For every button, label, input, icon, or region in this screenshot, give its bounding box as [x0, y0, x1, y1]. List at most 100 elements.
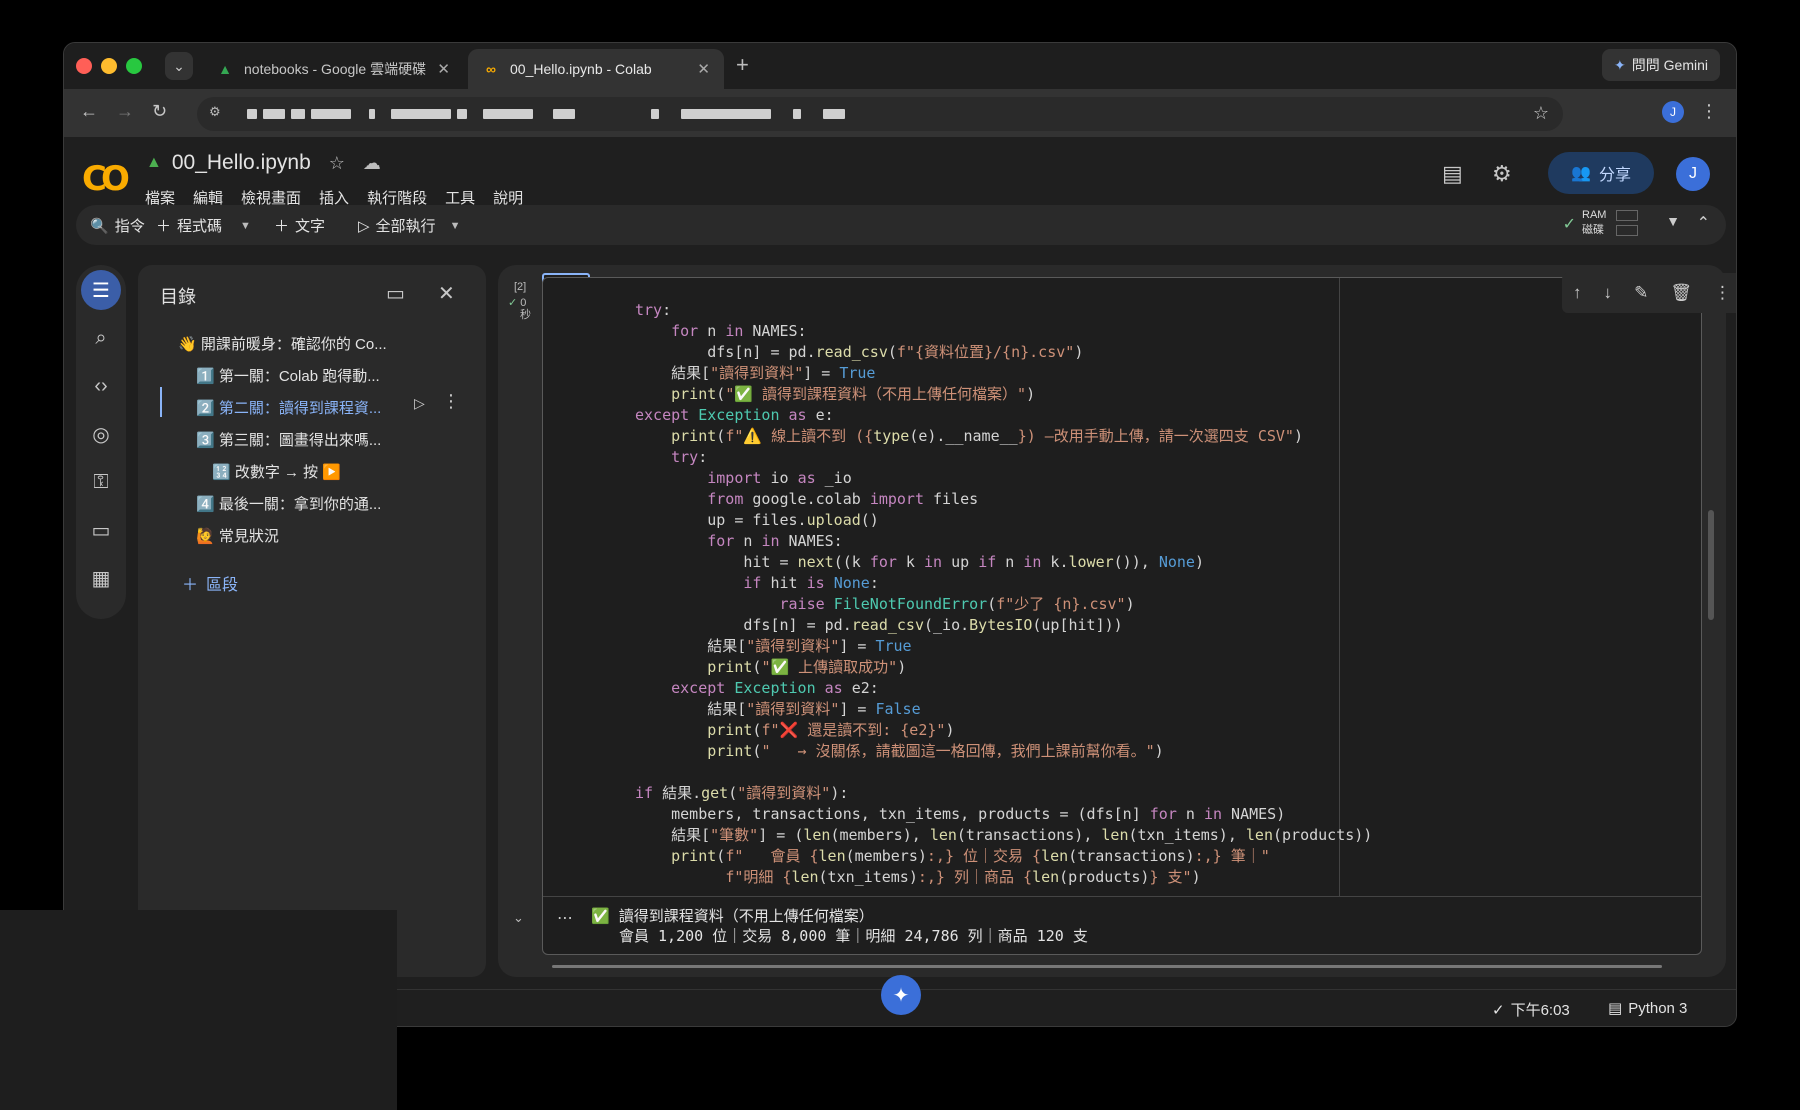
close-icon[interactable]: ✕ [438, 281, 455, 306]
code-editor[interactable]: try: for n in NAMES: dfs[n] = pd.read_cs… [635, 300, 1372, 888]
key-icon[interactable]: ⚿ [81, 462, 121, 502]
new-tab-button[interactable]: + [736, 52, 749, 78]
arrow-down-icon[interactable]: ↓ [1604, 283, 1613, 303]
add-text-button[interactable]: ＋ 文字 [274, 215, 325, 236]
toc-item[interactable]: 4️⃣ 最後一關：拿到你的通... [196, 493, 381, 514]
toc-item[interactable]: 👋 開課前暖身：確認你的 Co... [178, 333, 387, 354]
arrow-up-icon[interactable]: ↑ [1573, 283, 1582, 303]
gemini-button[interactable]: ✦ [881, 975, 921, 1015]
drive-icon: ▲ [218, 61, 232, 77]
chevron-down-icon[interactable]: ▼ [1666, 213, 1680, 229]
find-icon[interactable]: ⌕ [81, 318, 121, 358]
more-vert-icon[interactable]: ⋮ [442, 391, 460, 412]
redacted-url [247, 109, 845, 119]
tab-search-chevron-icon[interactable]: ⌄ [165, 52, 193, 80]
toc-item-selected[interactable]: 2️⃣ 第二關：讀得到課程資... [196, 397, 381, 418]
execution-time-status[interactable]: ✓ 下午6:03 [1492, 999, 1570, 1020]
minimize-window-button[interactable] [101, 58, 117, 74]
execution-status: ✓ 0 秒 [508, 297, 531, 321]
gear-icon[interactable]: ⚙ [1492, 161, 1512, 187]
notebook-toolbar: 🔍 指令 ＋ 程式碼 ▼ ＋ 文字 ▷ 全部執行 ▼ ✓ RAM 磁碟 ▼ ⌃ [76, 205, 1726, 245]
notebook-title[interactable]: 00_Hello.ipynb [172, 151, 311, 175]
site-settings-icon[interactable]: ⚙ [209, 104, 221, 120]
colab-icon: ∞ [486, 61, 496, 77]
tab-bar: ⌄ ▲ notebooks - Google 雲端硬碟 ✕ ∞ 00_Hello… [64, 43, 1736, 89]
open-in-tab-icon[interactable]: ▭ [386, 281, 405, 306]
cell-toolbar: ↑ ↓ ✎ 🗑 ⋮ [1562, 273, 1736, 313]
disk-bar [1616, 225, 1638, 236]
toc-item[interactable]: 1️⃣ 第一關：Colab 跑得動... [196, 365, 380, 386]
gemini-sparkle-icon: ✦ [1614, 56, 1626, 73]
add-code-button[interactable]: ＋ 程式碼 ▼ [156, 215, 251, 236]
table-of-contents-panel: 目錄 ▭ ✕ 👋 開課前暖身：確認你的 Co... 1️⃣ 第一關：Colab … [138, 265, 486, 977]
chevron-down-icon[interactable]: ▼ [240, 220, 251, 232]
tab-label: 00_Hello.ipynb - Colab [510, 61, 652, 77]
reload-icon[interactable]: ↻ [152, 101, 167, 122]
url-input[interactable]: ⚙ ☆ [197, 97, 1563, 131]
code-cell[interactable]: try: for n in NAMES: dfs[n] = pd.read_cs… [513, 277, 1702, 955]
folder-icon[interactable]: ▭ [81, 510, 121, 550]
tab-drive[interactable]: ▲ notebooks - Google 雲端硬碟 ✕ [202, 49, 464, 89]
tab-colab[interactable]: ∞ 00_Hello.ipynb - Colab ✕ [468, 49, 724, 89]
play-icon[interactable]: ▷ [414, 395, 425, 412]
maximize-window-button[interactable] [126, 58, 142, 74]
command-palette-button[interactable]: 🔍 指令 [90, 215, 145, 236]
execution-count: [2] [514, 281, 527, 293]
output-divider [543, 896, 1701, 897]
search-icon: 🔍 [90, 217, 109, 235]
browser-window: ⌄ ▲ notebooks - Google 雲端硬碟 ✕ ∞ 00_Hello… [63, 42, 1737, 1027]
collapse-output-chevron-icon[interactable]: ⌄ [513, 910, 524, 926]
horizontal-scrollbar[interactable] [552, 965, 1662, 968]
server-icon: ▤ [1608, 1000, 1623, 1017]
toc-item[interactable]: 🙋 常見狀況 [196, 525, 279, 546]
vertical-scrollbar[interactable] [1708, 510, 1714, 620]
ram-bar [1616, 210, 1638, 221]
close-icon[interactable]: ✕ [437, 60, 450, 78]
avatar[interactable]: J [1676, 157, 1710, 191]
table-of-contents-icon[interactable]: ☰ [81, 270, 121, 310]
bookmark-star-icon[interactable]: ☆ [1533, 103, 1549, 124]
toc-item[interactable]: 🔢 改數字 → 按 ▶️ [212, 461, 341, 482]
share-button[interactable]: 👥 分享 [1548, 152, 1654, 194]
comment-icon[interactable]: ▤ [1442, 161, 1463, 187]
output-line: 會員 1,200 位｜交易 8,000 筆｜明細 24,786 列｜商品 120… [619, 927, 1088, 945]
panel-title: 目錄 [160, 287, 196, 307]
add-section-button[interactable]: ＋ 區段 [182, 571, 238, 595]
colab-logo[interactable]: CO [82, 159, 130, 199]
gemini-sparkle-icon: ✦ [892, 984, 910, 1007]
close-window-button[interactable] [76, 58, 92, 74]
plus-icon: ＋ [182, 577, 199, 594]
play-icon: ▷ [358, 217, 370, 235]
edit-icon[interactable]: ✎ [1634, 283, 1648, 303]
address-bar-row: ← → ↻ ⚙ ☆ J ⋮ [64, 89, 1736, 137]
run-all-button[interactable]: ▷ 全部執行 ▼ [358, 215, 460, 236]
chrome-menu-icon[interactable]: ⋮ [1700, 101, 1718, 122]
people-icon: 👥 [1571, 165, 1591, 182]
star-icon[interactable]: ☆ [329, 153, 345, 174]
table-icon[interactable]: ▦ [81, 558, 121, 598]
notebook-title-row: ▲ 00_Hello.ipynb ☆ ☁ [146, 151, 381, 175]
chrome-profile-avatar[interactable]: J [1662, 101, 1684, 123]
code-snippets-icon[interactable]: ‹› [81, 366, 121, 406]
occluding-window [0, 910, 397, 1110]
forward-arrow-icon[interactable]: → [116, 101, 134, 122]
runtime-status[interactable]: ▤ Python 3 [1608, 999, 1687, 1018]
more-vert-icon[interactable]: ⋮ [1714, 283, 1731, 303]
ask-gemini-button[interactable]: ✦ 問問 Gemini [1602, 49, 1720, 81]
output-actions-icon[interactable]: ⋯ [557, 908, 573, 928]
plus-icon: ＋ [156, 218, 172, 235]
toc-item[interactable]: 3️⃣ 第三關：圖畫得出來嗎... [196, 429, 381, 450]
plus-icon: ＋ [274, 218, 290, 235]
side-rail: ☰ ⌕ ‹› ◎ ⚿ ▭ ▦ [76, 265, 126, 619]
variables-icon[interactable]: ◎ [81, 414, 121, 454]
back-arrow-icon[interactable]: ← [80, 101, 98, 122]
chevron-up-icon[interactable]: ⌃ [1697, 213, 1710, 233]
chevron-down-icon[interactable]: ▼ [450, 220, 461, 232]
close-icon[interactable]: ✕ [697, 60, 710, 78]
cloud-icon[interactable]: ☁ [363, 153, 381, 174]
resource-monitor[interactable]: RAM 磁碟 [1582, 208, 1642, 238]
tab-label: notebooks - Google 雲端硬碟 [244, 61, 427, 77]
check-icon: ✓ [1492, 1001, 1505, 1019]
connected-check-icon: ✓ [1562, 216, 1576, 233]
delete-icon[interactable]: 🗑 [1670, 283, 1692, 303]
